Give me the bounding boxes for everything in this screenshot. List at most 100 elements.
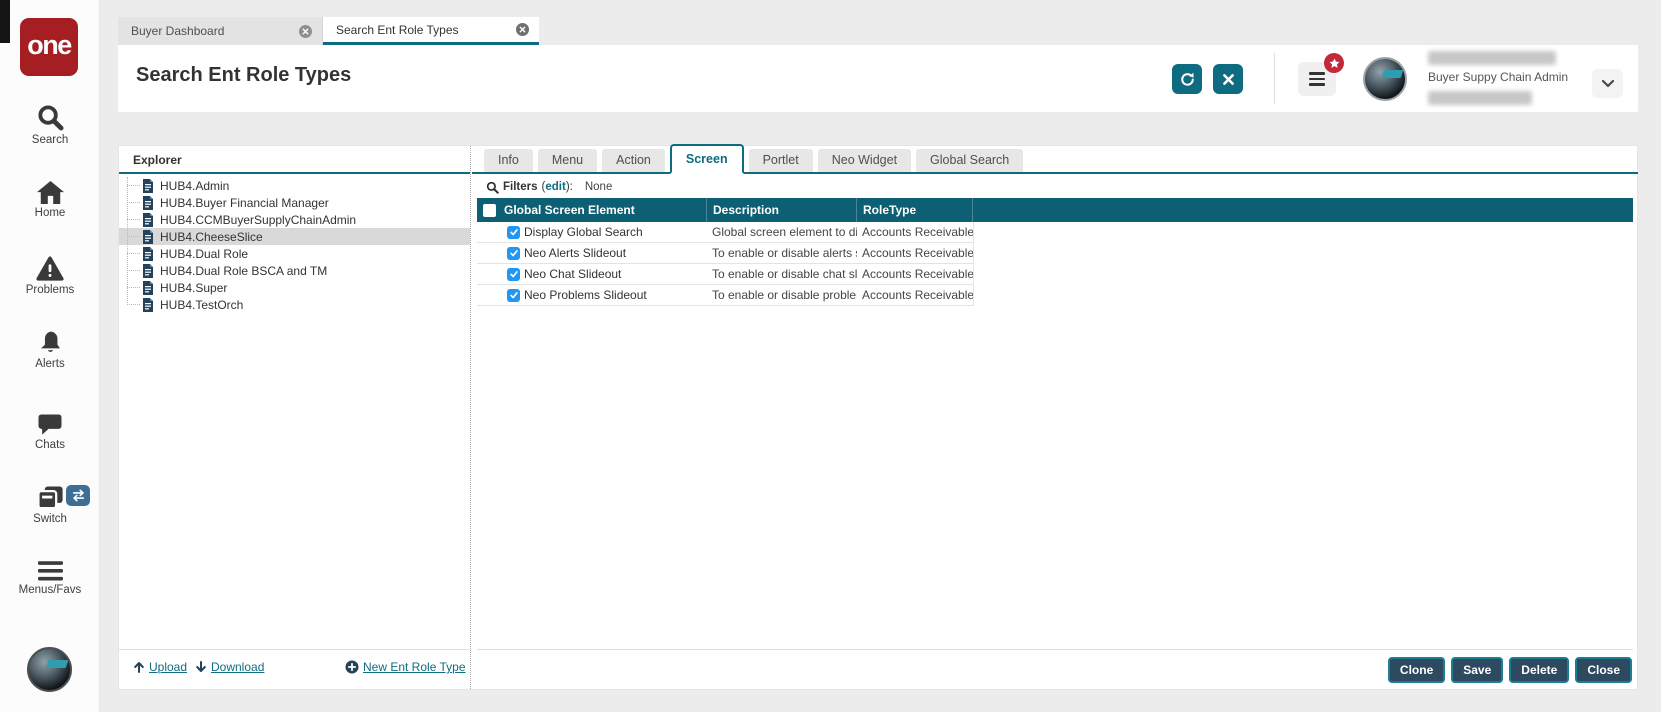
- sidebar-item-label: Problems: [0, 284, 100, 296]
- hamburger-icon: [0, 561, 100, 581]
- cell-description: To enable or disable alerts sl: [707, 246, 857, 260]
- download-link[interactable]: Download: [195, 660, 264, 674]
- select-all-checkbox[interactable]: [483, 204, 496, 217]
- tree-item-label: HUB4.CCMBuyerSupplyChainAdmin: [160, 213, 356, 227]
- global-menu-button[interactable]: [1298, 62, 1336, 96]
- delete-button[interactable]: Delete: [1509, 657, 1569, 683]
- table-row[interactable]: Neo Problems Slideout To enable or disab…: [477, 285, 974, 306]
- table-row[interactable]: Display Global Search Global screen elem…: [477, 222, 974, 243]
- sidebar-item-menus-favs[interactable]: Menus/Favs: [0, 561, 100, 596]
- tree-item-selected[interactable]: HUB4.CheeseSlice: [119, 228, 470, 245]
- sidebar-item-label: Home: [0, 207, 100, 219]
- new-ent-role-type-link[interactable]: New Ent Role Type: [345, 660, 466, 674]
- favorites-badge: [1324, 53, 1344, 73]
- robot-avatar-image: [27, 647, 72, 692]
- user-role-label: Buyer Suppy Chain Admin: [1428, 70, 1568, 84]
- detail-tab-bar: Info Menu Action Screen Portlet Neo Widg…: [472, 146, 1638, 174]
- row-checkbox-checked[interactable]: [507, 247, 520, 260]
- save-button[interactable]: Save: [1451, 657, 1503, 683]
- document-icon: [142, 230, 154, 244]
- cell-description: Global screen element to dis: [707, 225, 857, 239]
- row-checkbox-checked[interactable]: [507, 226, 520, 239]
- chevron-down-icon: [1602, 80, 1614, 87]
- download-arrow-icon: [195, 661, 207, 673]
- refresh-icon: [1179, 71, 1196, 88]
- tree-item[interactable]: HUB4.Buyer Financial Manager: [119, 194, 470, 211]
- grid-header-row: Global Screen Element Description RoleTy…: [477, 198, 1633, 222]
- sidebar-item-switch[interactable]: Switch: [0, 485, 100, 525]
- detail-footer: Clone Save Delete Close: [477, 649, 1633, 689]
- cell-description: To enable or disable chat slic: [707, 267, 857, 281]
- tree-item[interactable]: HUB4.Admin: [119, 177, 470, 194]
- tab-close-icon[interactable]: [516, 23, 529, 36]
- hamburger-icon: [1309, 72, 1325, 75]
- column-header-empty: [973, 198, 1633, 222]
- tab-close-icon[interactable]: [299, 25, 312, 38]
- tab-portlet[interactable]: Portlet: [749, 149, 813, 172]
- filters-value: None: [585, 181, 613, 193]
- sidebar: one Search Home Problems Alerts Chats Sw…: [0, 0, 100, 712]
- column-header: Global Screen Element: [504, 203, 635, 217]
- filters-edit-link[interactable]: edit: [545, 181, 565, 193]
- upload-link[interactable]: Upload: [133, 660, 187, 674]
- sidebar-item-alerts[interactable]: Alerts: [0, 330, 100, 370]
- filters-edit-wrap: (edit):: [542, 181, 573, 193]
- robot-avatar-image: [1363, 57, 1407, 101]
- sidebar-item-home[interactable]: Home: [0, 181, 100, 219]
- cell-description: To enable or disable problen: [707, 288, 857, 302]
- header-divider: [1274, 53, 1275, 104]
- redacted-user-org: [1428, 91, 1532, 105]
- column-header: RoleType: [863, 203, 916, 217]
- action-button-group: Clone Save Delete Close: [1388, 657, 1632, 683]
- page-tab-buyer-dashboard[interactable]: Buyer Dashboard: [118, 17, 323, 45]
- user-avatar[interactable]: [1363, 57, 1407, 101]
- tree-item-label: HUB4.CheeseSlice: [160, 230, 263, 244]
- tab-info[interactable]: Info: [484, 149, 533, 172]
- tab-action[interactable]: Action: [602, 149, 665, 172]
- sidebar-avatar[interactable]: [27, 647, 72, 692]
- sidebar-item-label: Menus/Favs: [0, 584, 100, 596]
- clone-button[interactable]: Clone: [1388, 657, 1445, 683]
- tab-screen[interactable]: Screen: [670, 144, 744, 174]
- tree-item[interactable]: HUB4.Dual Role BSCA and TM: [119, 262, 470, 279]
- tree-item-label: HUB4.Admin: [160, 179, 229, 193]
- warning-triangle-icon: [0, 256, 100, 281]
- page-tab-search-ent-role-types[interactable]: Search Ent Role Types: [323, 17, 539, 45]
- document-icon: [142, 298, 154, 312]
- close-button[interactable]: Close: [1575, 657, 1632, 683]
- sidebar-item-label: Alerts: [0, 358, 100, 370]
- switch-role-badge[interactable]: [66, 485, 90, 506]
- open-page-tabs: Buyer Dashboard Search Ent Role Types: [118, 17, 539, 45]
- sidebar-item-chats[interactable]: Chats: [0, 413, 100, 451]
- table-row[interactable]: Neo Alerts Slideout To enable or disable…: [477, 243, 974, 264]
- user-menu-dropdown-button[interactable]: [1592, 69, 1623, 98]
- tab-global-search[interactable]: Global Search: [916, 149, 1023, 172]
- swap-arrows-icon: [71, 489, 86, 502]
- one-network-logo[interactable]: one: [20, 18, 78, 76]
- table-row[interactable]: Neo Chat Slideout To enable or disable c…: [477, 264, 974, 285]
- document-icon: [142, 213, 154, 227]
- close-page-button[interactable]: [1213, 64, 1243, 94]
- sidebar-item-problems[interactable]: Problems: [0, 256, 100, 296]
- document-icon: [142, 247, 154, 261]
- tab-neo-widget[interactable]: Neo Widget: [818, 149, 911, 172]
- sidebar-item-search[interactable]: Search: [0, 104, 100, 146]
- ent-role-type-tree: HUB4.Admin HUB4.Buyer Financial Manager …: [119, 177, 470, 313]
- tree-item[interactable]: HUB4.TestOrch: [119, 296, 470, 313]
- tree-item[interactable]: HUB4.CCMBuyerSupplyChainAdmin: [119, 211, 470, 228]
- row-checkbox-checked[interactable]: [507, 289, 520, 302]
- filters-label: Filters: [503, 181, 538, 193]
- filters-bar: Filters (edit): None: [486, 179, 612, 195]
- refresh-button[interactable]: [1172, 64, 1202, 94]
- tree-item[interactable]: HUB4.Dual Role: [119, 245, 470, 262]
- document-icon: [142, 281, 154, 295]
- explorer-footer: Upload Download New Ent Role Type: [119, 649, 470, 689]
- cell-element: Neo Problems Slideout: [524, 288, 647, 302]
- tab-menu[interactable]: Menu: [538, 149, 597, 172]
- close-icon: [1222, 73, 1235, 86]
- row-checkbox-checked[interactable]: [507, 268, 520, 281]
- page-title: Search Ent Role Types: [136, 64, 351, 87]
- cell-role-type: Accounts Receivable: [857, 225, 973, 239]
- explorer-panel: Explorer HUB4.Admin HUB4.Buyer Financial…: [119, 146, 471, 689]
- tree-item[interactable]: HUB4.Super: [119, 279, 470, 296]
